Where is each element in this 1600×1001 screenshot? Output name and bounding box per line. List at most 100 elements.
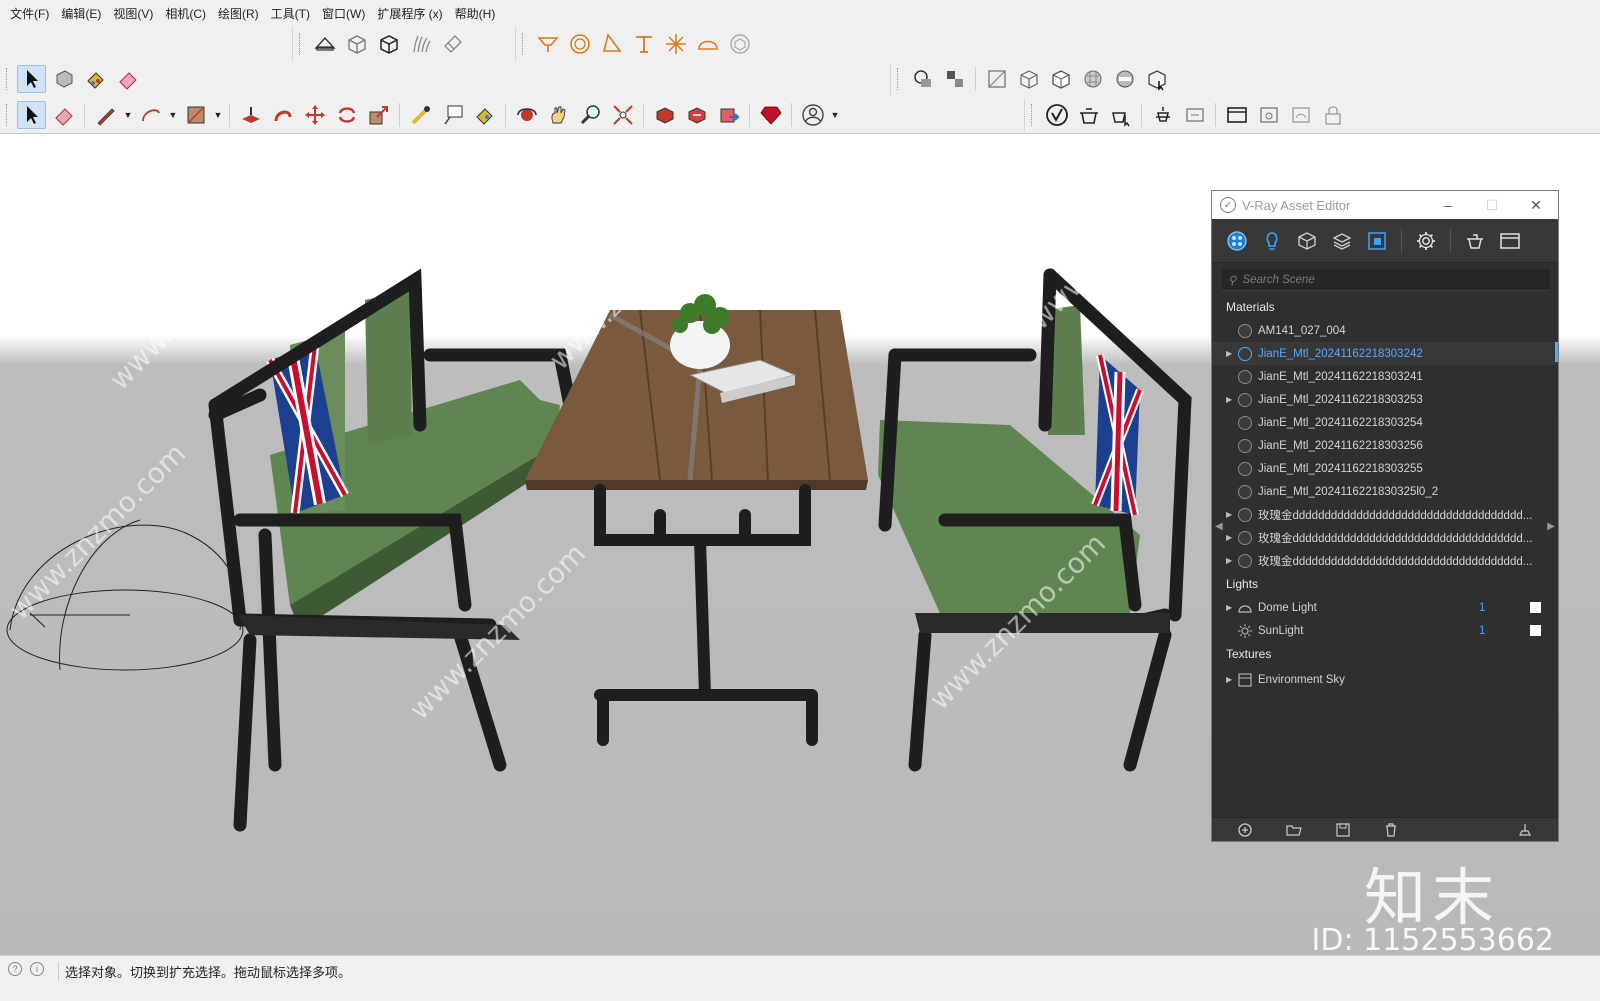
list-scrollbar[interactable] — [1555, 342, 1558, 362]
pan-hand-icon[interactable] — [544, 101, 573, 129]
minimize-button[interactable]: – — [1426, 197, 1470, 214]
settings-gear-icon[interactable] — [1415, 230, 1437, 252]
close-button[interactable]: ✕ — [1514, 197, 1558, 214]
geometry-tab-icon[interactable] — [1296, 230, 1318, 252]
menu-draw[interactable]: 绘图(R) — [212, 5, 265, 22]
vray-render-cloud-icon[interactable] — [1148, 101, 1177, 129]
omni-light-icon[interactable] — [661, 30, 690, 58]
menu-window[interactable]: 窗口(W) — [316, 5, 371, 22]
orbit-tool-icon[interactable] — [512, 101, 541, 129]
ies-light-icon[interactable] — [629, 30, 658, 58]
textured-style-icon[interactable] — [1110, 65, 1139, 93]
toolbar-grip[interactable] — [6, 68, 10, 90]
wireframe-style-icon[interactable] — [1014, 65, 1043, 93]
select-tool-icon[interactable] — [17, 101, 46, 129]
maximize-button[interactable]: ☐ — [1470, 197, 1514, 214]
ruby-console-icon[interactable] — [756, 101, 785, 129]
geo-location-icon[interactable]: ? — [8, 962, 22, 976]
textures-section-header[interactable]: Textures — [1212, 642, 1558, 666]
material-item[interactable]: JianE_Mtl_20241162218303254 — [1212, 411, 1558, 434]
collapse-right-icon[interactable]: ▶ — [1547, 521, 1555, 532]
account-user-icon[interactable] — [798, 101, 827, 129]
vray-mesh-export-icon[interactable] — [374, 30, 403, 58]
vray-lightmix-icon[interactable] — [1254, 101, 1283, 129]
chevron-down-icon[interactable]: ▼ — [168, 110, 178, 120]
expand-arrow-icon[interactable]: ▶ — [1226, 510, 1238, 519]
frame-buffer-icon[interactable] — [1499, 230, 1521, 252]
toolbar-grip[interactable] — [299, 33, 303, 55]
vray-proxy-icon[interactable] — [342, 30, 371, 58]
extension-warehouse-icon[interactable] — [714, 101, 743, 129]
material-item[interactable]: ▶ 玫瑰金dddddddddddddddddddddddddddddddddddd… — [1212, 526, 1558, 549]
material-item[interactable]: JianE_Mtl_20241162218303241 — [1212, 365, 1558, 388]
follow-me-icon[interactable] — [268, 101, 297, 129]
texture-item-environment-sky[interactable]: ▶ Environment Sky — [1212, 668, 1558, 691]
chevron-down-icon[interactable]: ▼ — [213, 110, 223, 120]
chevron-down-icon[interactable]: ▼ — [123, 110, 133, 120]
menu-edit[interactable]: 编辑(E) — [55, 5, 107, 22]
expand-arrow-icon[interactable]: ▶ — [1226, 533, 1238, 542]
vray-section-plane-icon[interactable] — [310, 30, 339, 58]
save-icon[interactable] — [1334, 821, 1352, 839]
vray-camera-icon[interactable] — [1286, 101, 1315, 129]
toolbar-grip[interactable] — [6, 104, 10, 126]
material-item[interactable]: ▶ JianE_Mtl_20241162218303253 — [1212, 388, 1558, 411]
menu-view[interactable]: 视图(V) — [107, 5, 159, 22]
credits-info-icon[interactable]: i — [30, 962, 44, 976]
material-item[interactable]: JianE_Mtl_20241162218303256 — [1212, 434, 1558, 457]
textures-tab-icon[interactable] — [1366, 230, 1388, 252]
vray-asset-editor-icon[interactable] — [1042, 101, 1071, 129]
material-item[interactable]: JianE_Mtl_20241162218303255 — [1212, 457, 1558, 480]
menu-help[interactable]: 帮助(H) — [449, 5, 502, 22]
move-tool-icon[interactable] — [300, 101, 329, 129]
menu-file[interactable]: 文件(F) — [4, 5, 55, 22]
paint-bucket-icon[interactable] — [81, 65, 110, 93]
section-display-icon[interactable] — [908, 65, 937, 93]
vray-interactive-icon[interactable] — [1142, 65, 1171, 93]
material-item[interactable]: AM141_027_004 — [1212, 319, 1558, 342]
material-item[interactable]: ▶ 玫瑰金dddddddddddddddddddddddddddddddddddd… — [1212, 549, 1558, 572]
hidden-line-style-icon[interactable] — [1046, 65, 1075, 93]
purge-unused-icon[interactable] — [1516, 821, 1534, 839]
expand-arrow-icon[interactable]: ▶ — [1226, 349, 1238, 358]
light-enabled-checkbox[interactable] — [1530, 602, 1541, 613]
chevron-down-icon[interactable]: ▼ — [830, 110, 840, 120]
material-item[interactable]: ▶ 玫瑰金dddddddddddddddddddddddddddddddddddd… — [1212, 503, 1558, 526]
light-enabled-checkbox[interactable] — [1530, 625, 1541, 636]
make-component-icon[interactable] — [49, 65, 78, 93]
delete-icon[interactable] — [1382, 821, 1400, 839]
share-model-icon[interactable] — [682, 101, 711, 129]
vray-render-icon[interactable] — [1074, 101, 1103, 129]
line-pencil-icon[interactable] — [91, 101, 120, 129]
spot-light-icon[interactable] — [597, 30, 626, 58]
expand-arrow-icon[interactable]: ▶ — [1226, 556, 1238, 565]
expand-arrow-icon[interactable]: ▶ — [1226, 395, 1238, 404]
search-input[interactable] — [1242, 273, 1523, 286]
tape-measure-icon[interactable] — [406, 101, 435, 129]
xray-style-icon[interactable] — [982, 65, 1011, 93]
vray-interactive-render-icon[interactable] — [1106, 101, 1135, 129]
eraser-icon[interactable] — [113, 65, 142, 93]
material-item[interactable]: ▶ JianE_Mtl_20241162218303242 — [1212, 342, 1558, 365]
light-item-sunlight[interactable]: SunLight 1 — [1212, 619, 1558, 642]
eraser-tool-icon[interactable] — [49, 101, 78, 129]
expand-arrow-icon[interactable]: ▶ — [1226, 603, 1238, 612]
paint-bucket-tool-icon[interactable] — [470, 101, 499, 129]
expand-arrow-icon[interactable]: ▶ — [1226, 675, 1238, 684]
material-item[interactable]: JianE_Mtl_2024116221830325l0_2 — [1212, 480, 1558, 503]
vray-batch-render-icon[interactable] — [1180, 101, 1209, 129]
toolbar-grip[interactable] — [522, 33, 526, 55]
vray-fur-icon[interactable] — [406, 30, 435, 58]
dome-light-tool-icon[interactable] — [693, 30, 722, 58]
section-cuts-icon[interactable] — [940, 65, 969, 93]
menu-extensions[interactable]: 扩展程序 (x) — [371, 5, 448, 22]
materials-tab-icon[interactable] — [1226, 230, 1248, 252]
scale-tool-icon[interactable] — [364, 101, 393, 129]
materials-section-header[interactable]: Materials — [1212, 295, 1558, 319]
rectangle-tool-icon[interactable] — [181, 101, 210, 129]
arc-tool-icon[interactable] — [136, 101, 165, 129]
rotate-tool-icon[interactable] — [332, 101, 361, 129]
shaded-style-icon[interactable] — [1078, 65, 1107, 93]
sphere-light-icon[interactable] — [565, 30, 594, 58]
push-pull-icon[interactable] — [236, 101, 265, 129]
